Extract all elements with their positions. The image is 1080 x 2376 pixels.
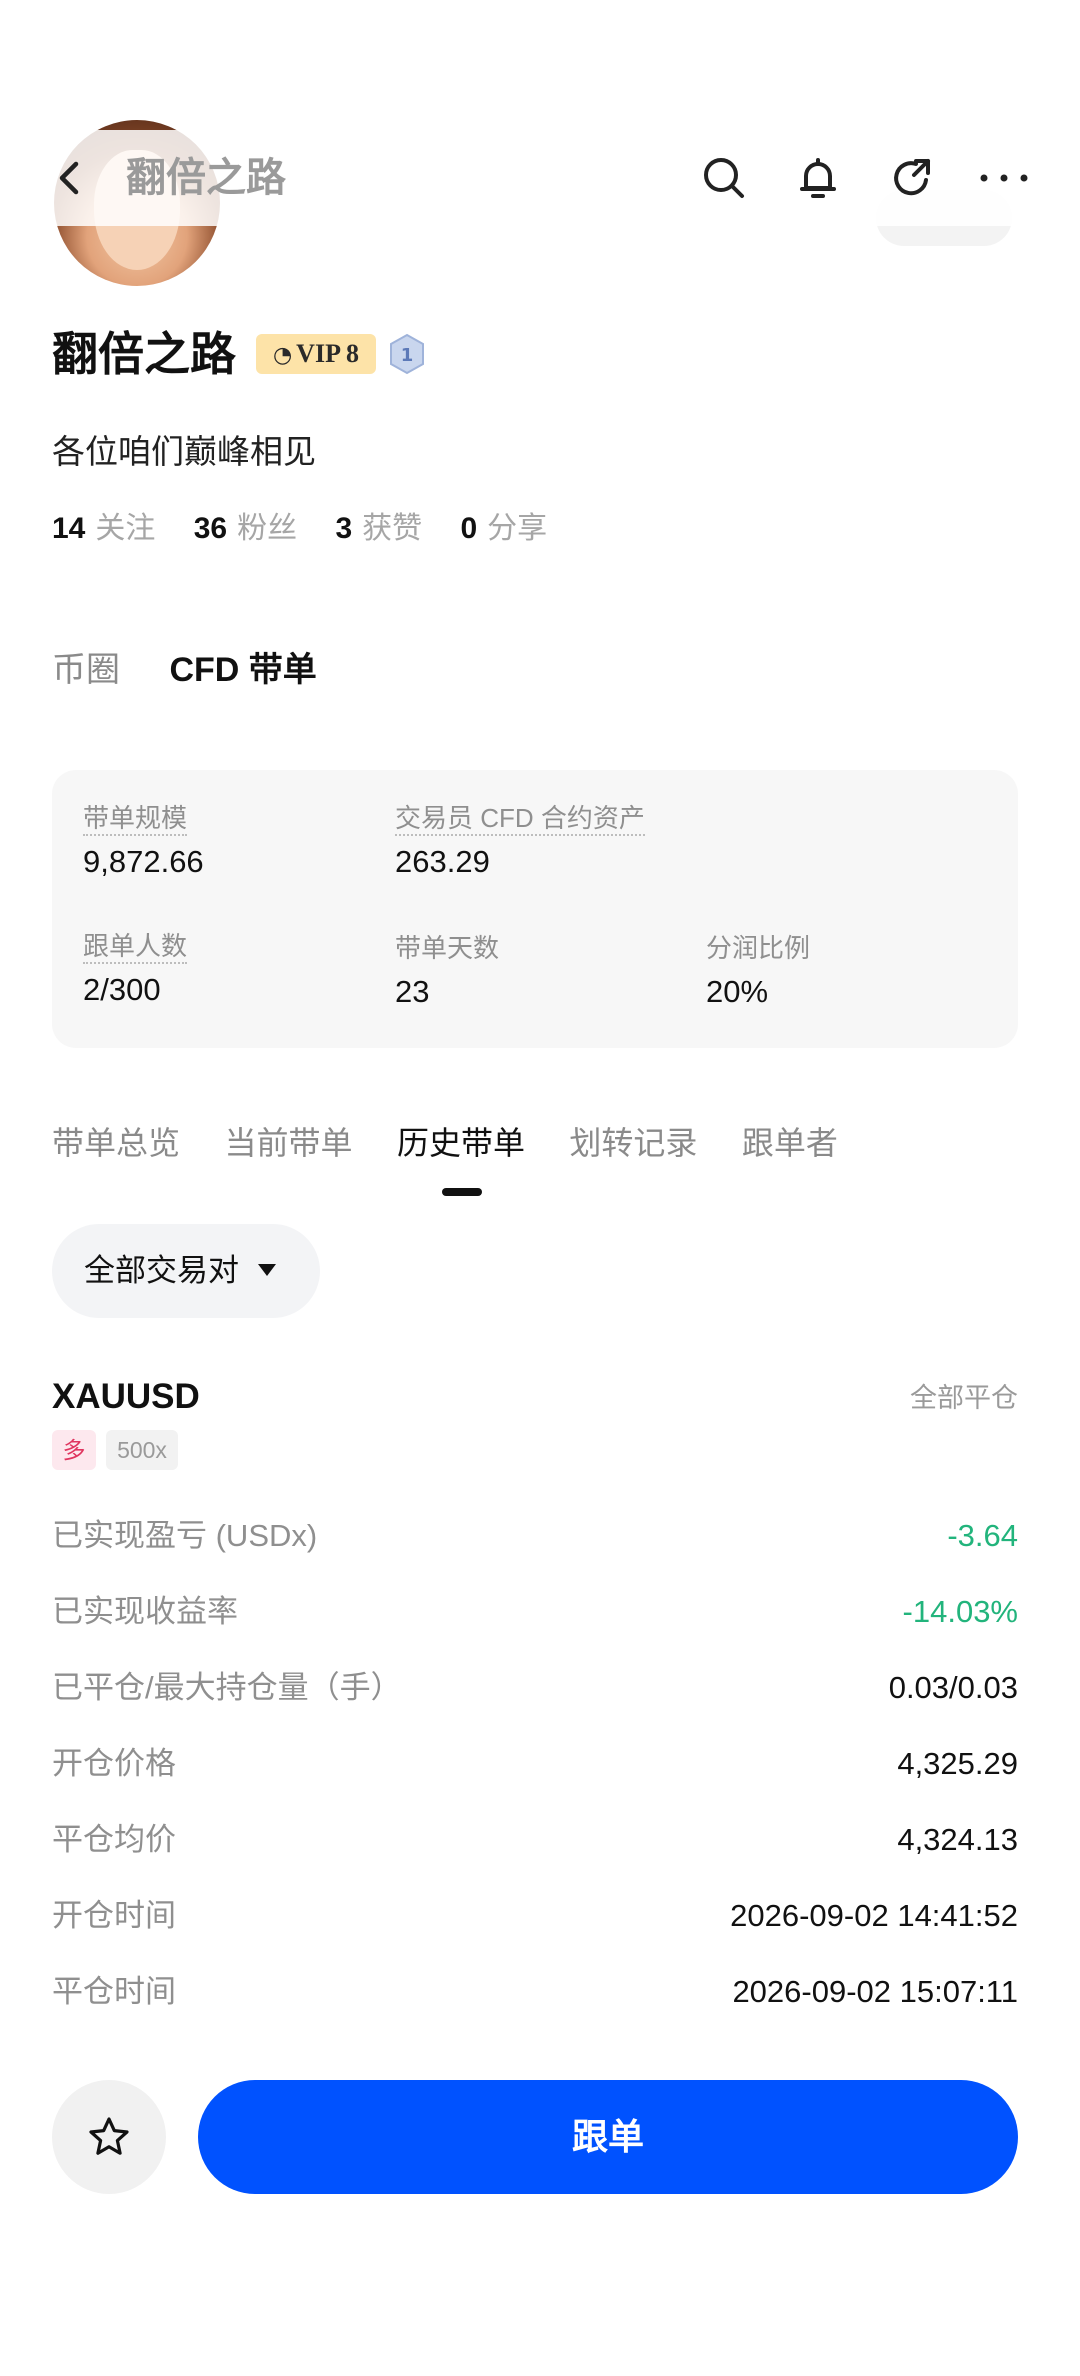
detail-value: 2026-09-02 15:07:11 [732,1974,1018,2009]
tab-cfd-copy[interactable]: CFD 带单 [169,646,316,694]
vip-logo-icon: ◔ [272,343,293,368]
tab-transfers[interactable]: 划转记录 [569,1116,697,1170]
detail-label: 已实现盈亏 (USDx) [52,1518,318,1553]
detail-row-realized-pnl: 已实现盈亏 (USDx) -3.64 [52,1512,1018,1560]
detail-label: 已实现收益率 [52,1594,238,1629]
metric-scale: 带单规模 9,872.66 [83,802,204,884]
detail-label: 平仓均价 [52,1822,176,1857]
detail-label: 开仓时间 [52,1898,176,1933]
detail-value: -3.64 [947,1518,1018,1553]
stat-number: 3 [335,512,353,545]
favorite-button[interactable] [52,2080,166,2194]
back-button[interactable] [44,152,96,204]
share-icon [894,159,930,196]
level-number: 1 [401,345,414,366]
stat-label: 分享 [487,512,548,545]
detail-label: 开仓价格 [52,1746,176,1781]
more-icon [980,174,1028,182]
detail-value: 4,324.13 [897,1822,1018,1857]
pair-filter-label: 全部交易对 [84,1253,239,1288]
metric-days-value: 23 [395,974,430,1009]
search-icon [704,158,744,198]
detail-value: 0.03/0.03 [888,1670,1018,1705]
active-tab-indicator [442,1188,482,1196]
detail-row-closed-size: 已平仓/最大持仓量（手） 0.03/0.03 [52,1664,1018,1712]
stat-likes[interactable]: 3 获赞 [335,507,422,551]
vip-label: VIP 8 [296,339,360,368]
leverage-tag: 500x [106,1430,178,1470]
position-symbol: XAUUSD [52,1377,200,1416]
profile-name: 翻倍之路 [52,328,236,380]
tab-crypto[interactable]: 币圈 [52,646,120,694]
detail-row-open-time: 开仓时间 2026-09-02 14:41:52 [52,1892,1018,1940]
metric-profit-share: 分润比例 20% [706,930,810,1014]
star-icon [89,2117,129,2155]
level-shield-icon: 1 [390,333,424,375]
top-header: 翻倍之路 [0,130,1080,226]
metric-assets-label[interactable]: 交易员 CFD 合约资产 [395,802,645,836]
level-badge[interactable]: 1 [388,333,426,375]
category-tabs: 币圈 CFD 带单 [52,646,357,694]
pair-filter-dropdown[interactable]: 全部交易对 [52,1224,320,1318]
share-button[interactable] [886,152,938,204]
metric-followers: 跟单人数 2/300 [83,930,188,1012]
bell-icon [800,158,836,198]
tab-overview[interactable]: 带单总览 [52,1116,180,1170]
stat-label: 获赞 [362,512,423,545]
detail-label: 已平仓/最大持仓量（手） [52,1670,402,1705]
more-button[interactable] [978,152,1030,204]
detail-label: 平仓时间 [52,1974,176,2009]
notification-button[interactable] [792,152,844,204]
profile-bio: 各位咱们巅峰相见 [52,433,316,470]
detail-row-realized-roi: 已实现收益率 -14.03% [52,1588,1018,1636]
trader-profile-page: 翻倍之路 翻倍之路 ◔ VIP 8 1 各位咱们巅峰相见 14 关注 36 粉丝… [0,0,1080,2376]
metric-days: 带单天数 23 [395,930,499,1014]
metric-profit-share-value: 20% [706,974,769,1009]
detail-value: 4,325.29 [897,1746,1018,1781]
stat-number: 0 [460,512,478,545]
metric-followers-value: 2/300 [83,972,161,1007]
metric-scale-label[interactable]: 带单规模 [83,802,188,836]
metric-profit-share-label: 分润比例 [706,933,811,963]
stat-shares[interactable]: 0 分享 [460,507,547,551]
tab-history[interactable]: 历史带单 [397,1116,525,1170]
copy-trading-sub-tabs: 带单总览 当前带单 历史带单 划转记录 跟单者 [52,1116,878,1170]
caret-down-icon [258,1264,276,1276]
metric-assets: 交易员 CFD 合约资产 263.29 [395,802,645,884]
metric-scale-value: 9,872.66 [83,844,204,879]
search-button[interactable] [698,152,750,204]
stat-number: 36 [193,512,228,545]
metric-days-label: 带单天数 [395,933,500,963]
metric-followers-label[interactable]: 跟单人数 [83,930,188,964]
direction-tag: 多 [52,1430,96,1470]
detail-row-open-price: 开仓价格 4,325.29 [52,1740,1018,1788]
stat-label: 粉丝 [237,512,298,545]
profile-stats: 14 关注 36 粉丝 3 获赞 0 分享 [52,507,577,551]
tab-current[interactable]: 当前带单 [224,1116,352,1170]
vip-badge[interactable]: ◔ VIP 8 [256,334,376,374]
detail-value: -14.03% [902,1594,1018,1629]
metric-assets-value: 263.29 [395,844,490,879]
detail-row-close-time: 平仓时间 2026-09-02 15:07:11 [52,1968,1018,2016]
copy-trade-button[interactable]: 跟单 [198,2080,1018,2194]
copy-trading-stats-card: 带单规模 9,872.66 交易员 CFD 合约资产 263.29 跟单人数 2… [52,770,1018,1048]
stat-following[interactable]: 14 关注 [52,507,155,551]
detail-row-close-avg-price: 平仓均价 4,324.13 [52,1816,1018,1864]
stat-label: 关注 [95,512,156,545]
back-arrow-icon [59,161,79,195]
position-status: 全部平仓 [910,1383,1018,1413]
detail-value: 2026-09-02 14:41:52 [730,1898,1018,1933]
stat-followers[interactable]: 36 粉丝 [194,507,297,551]
tab-followers[interactable]: 跟单者 [742,1116,838,1170]
stat-number: 14 [52,512,86,545]
header-title: 翻倍之路 [126,156,286,200]
